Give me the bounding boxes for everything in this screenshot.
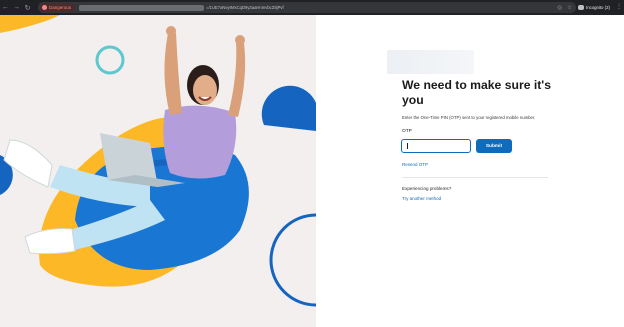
shoe-lower-shape: [24, 228, 76, 255]
bookmark-star-icon[interactable]: ☆: [567, 5, 572, 11]
reload-icon[interactable]: ↻: [22, 0, 33, 15]
text-caret: [407, 143, 408, 149]
arm-right-shape: [228, 41, 246, 117]
security-chip-label: Dangerous: [49, 5, 72, 10]
warning-icon: [42, 5, 47, 10]
otp-label: OTP: [402, 129, 412, 134]
yellow-corner-shape: [0, 15, 60, 33]
resend-otp-link[interactable]: Resend OTP: [402, 162, 428, 167]
eye-off-icon[interactable]: ◎: [557, 5, 562, 11]
verification-panel: We need to make sure it's you Enter the …: [316, 15, 624, 327]
incognito-label: Incognito (2): [586, 5, 610, 10]
teal-ring-shape: [95, 45, 125, 75]
blue-half-circle-shape: [261, 85, 316, 131]
incognito-badge[interactable]: Incognito (2): [578, 2, 610, 13]
problems-heading: Experiencing problems?: [402, 186, 452, 191]
url-redacted-block: [79, 4, 205, 11]
divider: [402, 177, 548, 178]
blue-arc-shape: [269, 213, 316, 307]
incognito-icon: [578, 5, 584, 10]
submit-button[interactable]: Submit: [476, 139, 512, 153]
url-text: =/1UE7aNeyIMxCqD9y3aaHnmvbcZ8jPvf: [206, 5, 284, 10]
arm-left-shape: [164, 33, 182, 115]
otp-input[interactable]: [401, 139, 471, 153]
address-bar[interactable]: Dangerous =/1UE7aNeyIMxCqD9y3aaHnmvbcZ8j…: [38, 2, 576, 13]
otp-instructions: Enter the One-Time PIN (OTP) sent to you…: [402, 115, 536, 120]
hero-graphic: [0, 15, 316, 307]
page-title: We need to make sure it's you: [402, 78, 551, 107]
back-icon[interactable]: ←: [0, 0, 11, 15]
security-warning-chip[interactable]: Dangerous: [40, 3, 76, 12]
menu-kebab-icon[interactable]: ⋮: [616, 2, 622, 13]
shirt-shape: [163, 105, 237, 179]
forward-icon[interactable]: →: [11, 0, 22, 15]
logo-redacted-block: [387, 50, 474, 74]
hero-illustration: [0, 15, 316, 327]
try-another-method-link[interactable]: Try another method: [402, 196, 441, 201]
